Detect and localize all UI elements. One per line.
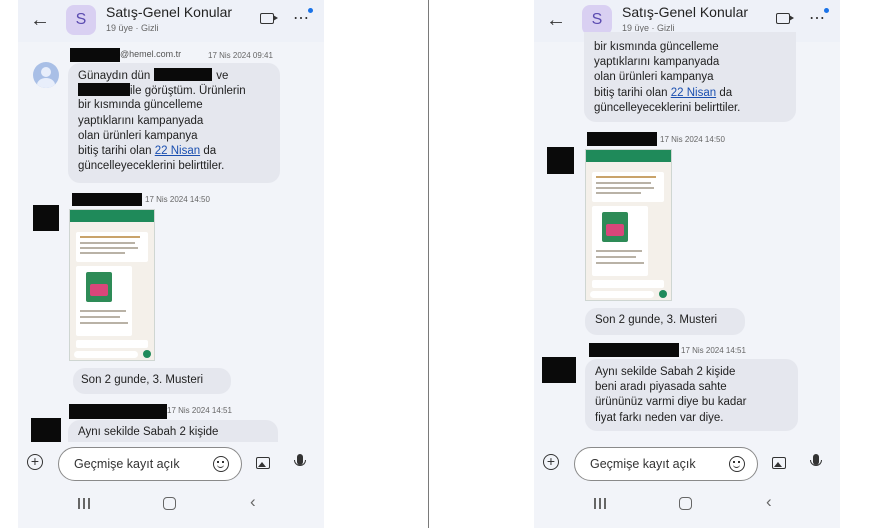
message-text: Günaydın dün [78,70,151,82]
redacted-name [78,83,130,97]
redacted-avatar [31,418,61,445]
message-timestamp: 17 Nis 2024 14:51 [167,406,232,415]
redacted-sender [70,48,120,62]
system-navigation-bar: ‹ [18,486,324,528]
notification-dot [824,8,829,13]
redacted-sender [72,193,142,206]
message-text: yaptıklarını kampanyada [78,114,204,127]
add-icon[interactable]: + [27,454,43,470]
message-input[interactable]: Geçmişe kayıt açık [58,447,242,481]
message-bubble: Son 2 gunde, 3. Musteri [585,308,745,335]
chat-header: ← S Satış-Genel Konular 19 üye · Gizli ⋯ [18,0,324,42]
message-timestamp: 17 Nis 2024 09:41 [208,51,273,60]
nav-back-icon[interactable]: ‹ [250,492,256,512]
redacted-sender [589,343,679,357]
phone-screenshot-left: ← S Satış-Genel Konular 19 üye · Gizli ⋯… [18,0,324,528]
message-input[interactable]: Geçmişe kayıt açık [574,447,758,481]
message-text: bitiş tarihi olan [594,86,668,99]
message-composer: + Geçmişe kayıt açık [18,442,324,486]
message-text: ürününüz varmi diye bu kadar [595,396,747,409]
message-text: bir kısmında güncelleme [78,99,203,112]
message-composer: + Geçmişe kayıt açık [534,442,840,486]
message-bubble: bir kısmında güncelleme yaptıklarını kam… [584,32,796,122]
image-icon[interactable] [256,457,270,469]
message-bubble: Günaydın dün ve ile görüştüm. Ürünlerin b… [68,63,280,183]
redacted-sender [587,132,657,146]
message-text: Aynı sekilde Sabah 2 kişide [78,426,219,438]
message-timestamp: 17 Nis 2024 14:50 [145,195,210,204]
system-navigation-bar: ‹ [534,486,840,528]
redacted-avatar [542,357,576,383]
home-icon[interactable] [679,497,692,510]
message-text: beni aradı piyasada sahte [595,381,727,394]
message-timestamp: 17 Nis 2024 14:50 [660,135,725,144]
notification-dot [308,8,313,13]
message-text: ile görüştüm. Ürünlerin [130,85,246,98]
date-link[interactable]: 22 Nisan [155,145,200,157]
back-arrow-icon[interactable]: ← [30,9,50,32]
message-input-placeholder: Geçmişe kayıt açık [74,457,180,471]
phone-screenshot-right: ← S Satış-Genel Konular 19 üye · Gizli ⋯… [534,0,840,528]
sender-email: @hemel.com.tr [120,49,182,59]
microphone-icon[interactable] [810,454,822,466]
message-text: fiyat farkı neden var diye. [595,411,724,424]
redacted-sender [69,404,167,419]
add-icon[interactable]: + [543,454,559,470]
video-call-icon[interactable] [260,13,278,24]
recent-apps-icon[interactable] [78,498,90,509]
video-call-icon[interactable] [776,13,794,24]
message-text: güncelleyeceklerini belirttiler. [78,160,225,173]
recent-apps-icon[interactable] [594,498,606,509]
space-avatar[interactable]: S [582,5,612,35]
message-text: da [719,86,733,99]
emoji-icon[interactable] [729,456,745,472]
more-options-icon[interactable]: ⋯ [293,8,309,28]
attached-screenshot-image[interactable] [585,149,672,301]
message-input-placeholder: Geçmişe kayıt açık [590,457,696,471]
emoji-icon[interactable] [213,456,229,472]
microphone-icon[interactable] [294,454,306,466]
message-text: bitiş tarihi olan [78,144,152,157]
message-text: Son 2 gunde, 3. Musteri [595,314,718,326]
nav-back-icon[interactable]: ‹ [766,492,772,512]
message-text: olan ürünleri kampanya [594,71,714,84]
redacted-avatar [547,147,574,174]
message-timestamp: 17 Nis 2024 14:51 [681,346,746,355]
message-text: Aynı sekilde Sabah 2 kişide [595,366,736,378]
back-arrow-icon[interactable]: ← [546,9,566,32]
message-text: yaptıklarını kampanyada [594,56,720,69]
screenshot-divider [428,0,429,528]
message-bubble: Son 2 gunde, 3. Musteri [73,368,231,394]
redacted-avatar [33,205,59,231]
message-text: Son 2 gunde, 3. Musteri [81,374,204,386]
chat-title[interactable]: Satış-Genel Konular [622,4,748,20]
attached-screenshot-image[interactable] [69,209,155,361]
sender-avatar [33,62,59,88]
chat-subtitle: 19 üye · Gizli [106,23,159,33]
message-text: güncelleyeceklerini belirttiler. [594,101,741,114]
home-icon[interactable] [163,497,176,510]
message-bubble: Aynı sekilde Sabah 2 kişide beni aradı p… [585,359,798,431]
message-text: bir kısmında güncelleme [594,41,719,53]
message-text: ve [216,70,229,82]
message-text: da [203,144,217,157]
image-icon[interactable] [772,457,786,469]
message-text: olan ürünleri kampanya [78,129,198,142]
date-link[interactable]: 22 Nisan [671,87,716,99]
space-avatar[interactable]: S [66,5,96,35]
redacted-name [154,68,213,81]
more-options-icon[interactable]: ⋯ [809,8,825,28]
chat-title[interactable]: Satış-Genel Konular [106,4,232,20]
